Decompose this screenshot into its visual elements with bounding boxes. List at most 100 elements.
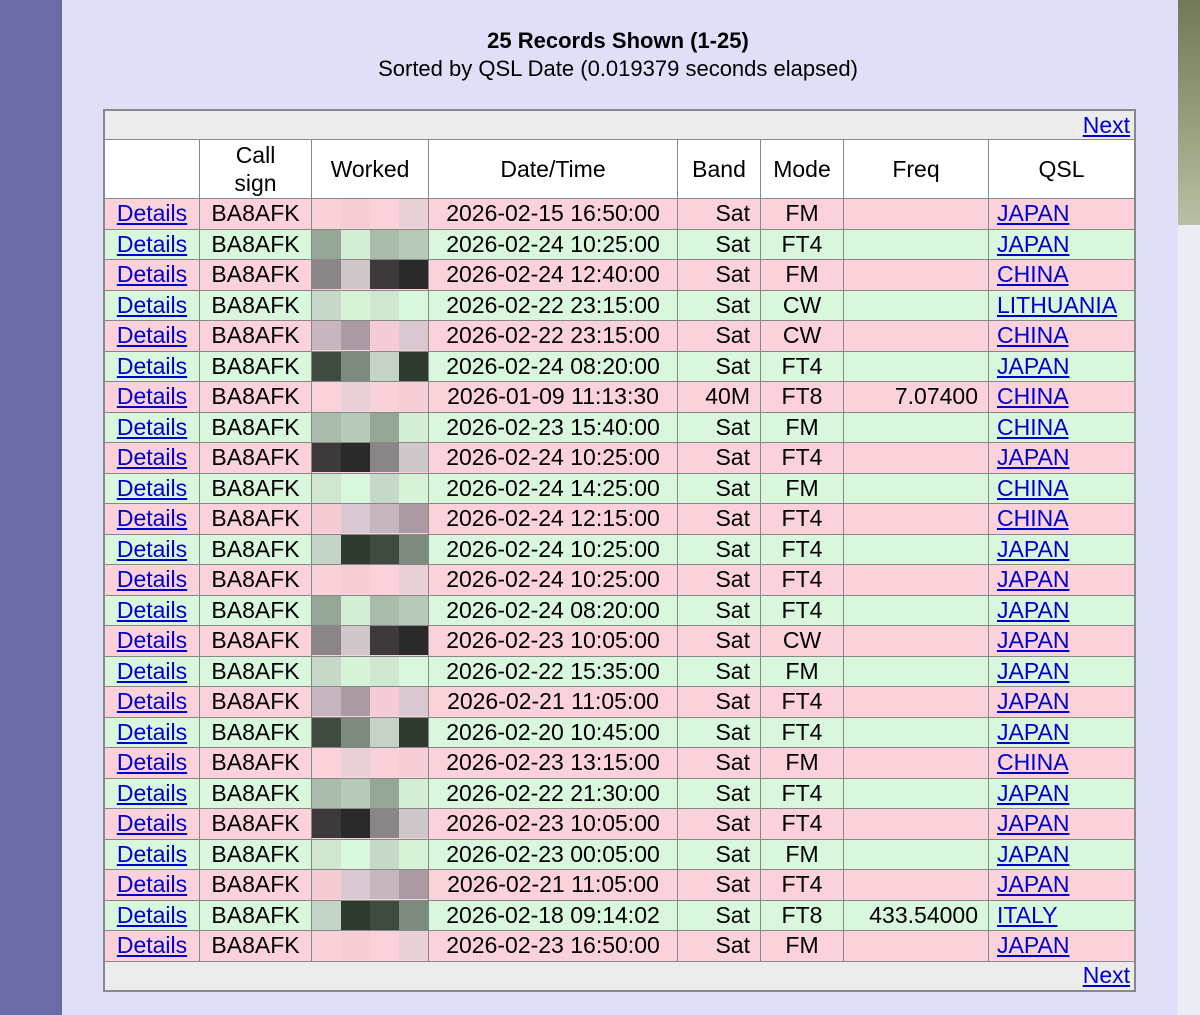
details-link[interactable]: Details bbox=[117, 658, 187, 684]
details-link[interactable]: Details bbox=[117, 810, 187, 836]
qsl-country-link[interactable]: CHINA bbox=[997, 322, 1069, 348]
qsl-country-link[interactable]: CHINA bbox=[997, 261, 1069, 287]
details-link[interactable]: Details bbox=[117, 932, 187, 958]
details-link[interactable]: Details bbox=[117, 475, 187, 501]
callsign-cell: BA8AFK bbox=[199, 808, 312, 840]
freq-cell bbox=[843, 838, 989, 870]
details-link[interactable]: Details bbox=[117, 505, 187, 531]
details-link[interactable]: Details bbox=[117, 383, 187, 409]
qsl-cell: JAPAN bbox=[988, 350, 1135, 382]
freq-cell bbox=[843, 625, 989, 657]
redaction-block bbox=[399, 321, 428, 351]
table-row: Details BA8AFK 2026-02-24 10:25:00 Sat FT4 JA… bbox=[104, 442, 1135, 474]
details-link[interactable]: Details bbox=[117, 719, 187, 745]
qsl-cell: JAPAN bbox=[988, 594, 1135, 626]
details-link[interactable]: Details bbox=[117, 902, 187, 928]
details-link[interactable]: Details bbox=[117, 231, 187, 257]
redaction-block bbox=[399, 534, 428, 564]
qsl-country-link[interactable]: ITALY bbox=[997, 902, 1058, 928]
freq-cell bbox=[843, 350, 989, 382]
table-row: Details BA8AFK 2026-02-24 08:20:00 Sat FT4 JA… bbox=[104, 350, 1135, 382]
details-link[interactable]: Details bbox=[117, 871, 187, 897]
redaction-block bbox=[312, 473, 341, 503]
qsl-country-link[interactable]: JAPAN bbox=[997, 810, 1069, 836]
redaction-mosaic bbox=[312, 443, 428, 473]
qsl-country-link[interactable]: JAPAN bbox=[997, 536, 1069, 562]
details-link[interactable]: Details bbox=[117, 292, 187, 318]
datetime-cell: 2026-02-23 00:05:00 bbox=[428, 838, 678, 870]
details-link[interactable]: Details bbox=[117, 322, 187, 348]
details-link[interactable]: Details bbox=[117, 780, 187, 806]
table-row: Details BA8AFK 2026-02-23 00:05:00 Sat FM JAP… bbox=[104, 838, 1135, 870]
redaction-block bbox=[399, 687, 428, 717]
redaction-block bbox=[370, 687, 399, 717]
mode-cell: FT4 bbox=[760, 350, 844, 382]
qsl-country-link[interactable]: JAPAN bbox=[997, 627, 1069, 653]
table-row: Details BA8AFK 2026-02-20 10:45:00 Sat FT4 JA… bbox=[104, 716, 1135, 748]
qsl-country-link[interactable]: JAPAN bbox=[997, 871, 1069, 897]
redaction-block bbox=[341, 260, 370, 290]
details-link[interactable]: Details bbox=[117, 200, 187, 226]
qsl-country-link[interactable]: LITHUANIA bbox=[997, 292, 1117, 318]
details-link[interactable]: Details bbox=[117, 353, 187, 379]
band-cell: Sat bbox=[677, 442, 761, 474]
redaction-block bbox=[341, 351, 370, 381]
table-row: Details BA8AFK 2026-02-24 08:20:00 Sat FT4 JA… bbox=[104, 594, 1135, 626]
qsl-country-link[interactable]: CHINA bbox=[997, 475, 1069, 501]
details-link[interactable]: Details bbox=[117, 261, 187, 287]
qsl-country-link[interactable]: JAPAN bbox=[997, 719, 1069, 745]
qsl-cell: JAPAN bbox=[988, 442, 1135, 474]
datetime-cell: 2026-01-09 11:13:30 bbox=[428, 381, 678, 413]
qsl-cell: JAPAN bbox=[988, 228, 1135, 260]
qsl-country-link[interactable]: JAPAN bbox=[997, 200, 1069, 226]
next-link-bottom[interactable]: Next bbox=[1083, 962, 1130, 988]
table-row: Details BA8AFK 2026-02-24 10:25:00 Sat FT4 JA… bbox=[104, 533, 1135, 565]
redaction-block bbox=[341, 900, 370, 930]
qsl-country-link[interactable]: JAPAN bbox=[997, 688, 1069, 714]
qsl-country-link[interactable]: CHINA bbox=[997, 383, 1069, 409]
qsl-country-link[interactable]: JAPAN bbox=[997, 780, 1069, 806]
band-cell: Sat bbox=[677, 289, 761, 321]
redaction-block bbox=[312, 443, 341, 473]
details-link[interactable]: Details bbox=[117, 566, 187, 592]
redaction-mosaic bbox=[312, 900, 428, 930]
details-link[interactable]: Details bbox=[117, 627, 187, 653]
details-link[interactable]: Details bbox=[117, 841, 187, 867]
redaction-block bbox=[341, 473, 370, 503]
qsl-country-link[interactable]: JAPAN bbox=[997, 353, 1069, 379]
redaction-block bbox=[399, 351, 428, 381]
qsl-country-link[interactable]: JAPAN bbox=[997, 597, 1069, 623]
table-row: Details BA8AFK 2026-02-24 12:40:00 Sat FM CHI… bbox=[104, 259, 1135, 291]
freq-cell bbox=[843, 747, 989, 779]
redaction-block bbox=[312, 412, 341, 442]
redaction-block bbox=[312, 717, 341, 747]
qsl-cell: JAPAN bbox=[988, 533, 1135, 565]
qsl-country-link[interactable]: CHINA bbox=[997, 414, 1069, 440]
qsl-country-link[interactable]: JAPAN bbox=[997, 444, 1069, 470]
callsign-cell: BA8AFK bbox=[199, 564, 312, 596]
details-link[interactable]: Details bbox=[117, 597, 187, 623]
qsl-country-link[interactable]: JAPAN bbox=[997, 231, 1069, 257]
freq-cell bbox=[843, 564, 989, 596]
details-link[interactable]: Details bbox=[117, 536, 187, 562]
redaction-block bbox=[370, 748, 399, 778]
qsl-cell: JAPAN bbox=[988, 930, 1135, 962]
table-row: Details BA8AFK 2026-02-23 15:40:00 Sat FM CHI… bbox=[104, 411, 1135, 443]
redaction-mosaic bbox=[312, 412, 428, 442]
col-header-worked: Worked bbox=[311, 139, 429, 199]
redaction-block bbox=[312, 534, 341, 564]
qsl-country-link[interactable]: CHINA bbox=[997, 505, 1069, 531]
details-link[interactable]: Details bbox=[117, 688, 187, 714]
table-row: Details BA8AFK 2026-02-23 10:05:00 Sat CW JAP… bbox=[104, 625, 1135, 657]
details-link[interactable]: Details bbox=[117, 414, 187, 440]
datetime-cell: 2026-02-24 10:25:00 bbox=[428, 564, 678, 596]
details-link[interactable]: Details bbox=[117, 749, 187, 775]
details-link[interactable]: Details bbox=[117, 444, 187, 470]
qsl-country-link[interactable]: JAPAN bbox=[997, 841, 1069, 867]
qsl-country-link[interactable]: JAPAN bbox=[997, 566, 1069, 592]
nav-row-top: Next bbox=[104, 110, 1135, 140]
qsl-country-link[interactable]: JAPAN bbox=[997, 658, 1069, 684]
next-link-top[interactable]: Next bbox=[1083, 112, 1130, 138]
qsl-country-link[interactable]: JAPAN bbox=[997, 932, 1069, 958]
qsl-country-link[interactable]: CHINA bbox=[997, 749, 1069, 775]
